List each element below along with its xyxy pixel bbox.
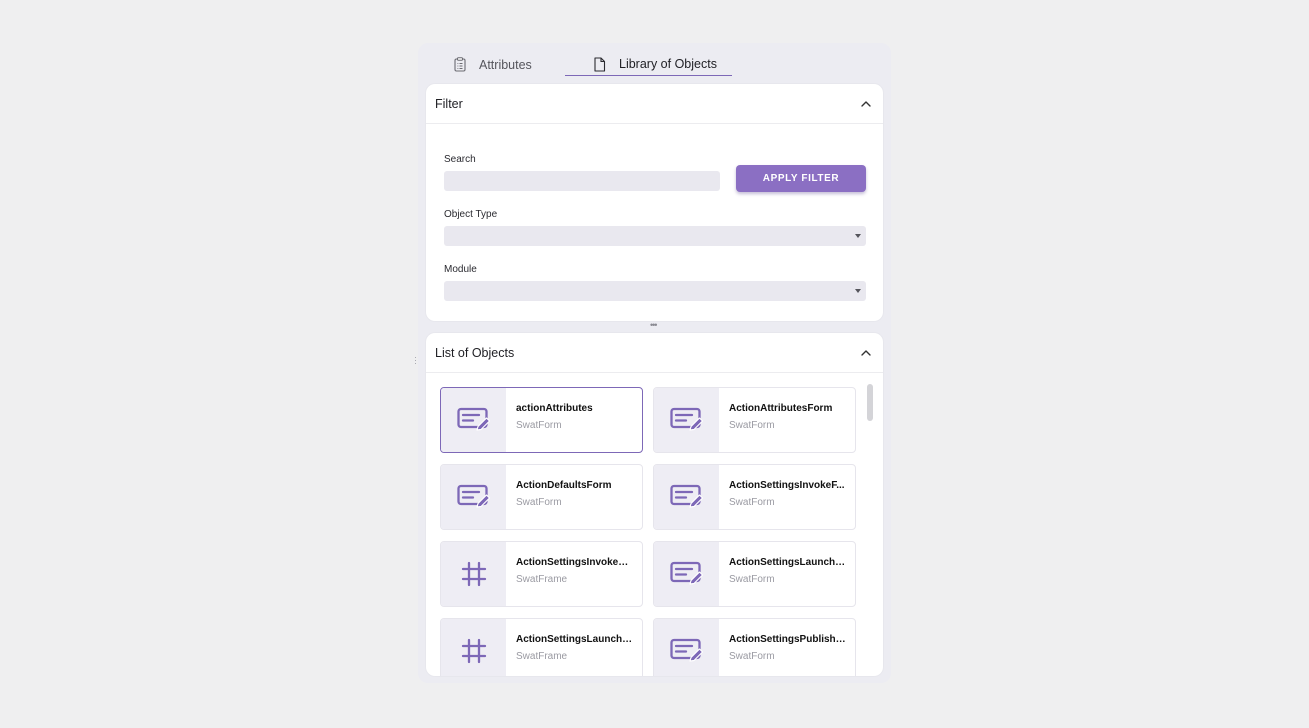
object-type: SwatForm [729,574,775,585]
object-card[interactable]: ActionSettingsLaunchF... SwatForm [653,541,856,607]
object-name: ActionSettingsLaunchF... [729,557,849,568]
form-edit-icon [441,465,506,529]
search-input[interactable] [444,171,720,191]
document-icon [593,56,607,72]
horizontal-splitter-handle[interactable]: ••• [650,320,658,330]
object-name: ActionAttributesForm [729,403,833,414]
chevron-up-icon[interactable] [859,346,873,360]
module-select[interactable] [444,281,866,301]
object-card[interactable]: ActionSettingsInvokeFr... SwatFrame [440,541,643,607]
object-name: actionAttributes [516,403,593,414]
object-type: SwatForm [516,497,562,508]
apply-filter-button[interactable]: APPLY FILTER [736,165,866,192]
filter-card: Filter Search APPLY FILTER Object Type M… [426,84,883,321]
object-type: SwatForm [729,497,775,508]
form-edit-icon [441,388,506,452]
object-type-select[interactable] [444,226,866,246]
scrollbar-thumb[interactable] [867,384,873,421]
object-grid: actionAttributes SwatForm ActionAttribute… [440,387,860,676]
caret-down-icon [855,234,861,238]
object-name: ActionSettingsPublishF... [729,634,850,645]
list-header[interactable]: List of Objects [426,333,883,373]
form-edit-icon [654,619,719,676]
object-card[interactable]: ActionSettingsInvokeF... SwatForm [653,464,856,530]
list-scrollbar[interactable] [867,384,873,674]
tab-library-label: Library of Objects [619,57,717,71]
search-label: Search [444,154,476,165]
object-type: SwatFrame [516,651,568,662]
list-title: List of Objects [435,345,515,360]
module-label: Module [444,264,477,275]
object-type: SwatForm [729,420,775,431]
tab-library-of-objects[interactable]: Library of Objects [565,53,732,76]
object-name: ActionSettingsInvokeFr... [516,557,637,568]
object-name: ActionDefaultsForm [516,480,612,491]
list-card: List of Objects actionAttributes SwatForm… [426,333,883,676]
filter-header[interactable]: Filter [426,84,883,124]
object-card[interactable]: ActionAttributesForm SwatForm [653,387,856,453]
object-card[interactable]: ActionDefaultsForm SwatForm [440,464,643,530]
object-name: ActionSettingsLaunchF... [516,634,636,645]
chevron-up-icon[interactable] [859,97,873,111]
object-card[interactable]: ActionSettingsPublishF... SwatForm [653,618,856,676]
vertical-splitter-handle[interactable]: · · · [414,353,420,368]
filter-title: Filter [435,96,463,111]
tab-attributes-label: Attributes [479,57,532,72]
object-type: SwatForm [729,651,775,662]
tab-bar: Attributes Library of Objects [418,43,891,77]
form-edit-icon [654,465,719,529]
object-name: ActionSettingsInvokeF... [729,480,845,491]
clipboard-icon [453,57,467,72]
object-type: SwatForm [516,420,562,431]
object-card[interactable]: actionAttributes SwatForm [440,387,643,453]
form-edit-icon [654,388,719,452]
object-type: SwatFrame [516,574,568,585]
caret-down-icon [855,289,861,293]
side-panel: Attributes Library of Objects Filter Sea… [414,43,891,683]
object-type-label: Object Type [444,209,498,220]
frame-icon [441,542,506,606]
tab-attributes[interactable]: Attributes [453,53,532,76]
form-edit-icon [654,542,719,606]
object-card[interactable]: ActionSettingsLaunchF... SwatFrame [440,618,643,676]
frame-icon [441,619,506,676]
